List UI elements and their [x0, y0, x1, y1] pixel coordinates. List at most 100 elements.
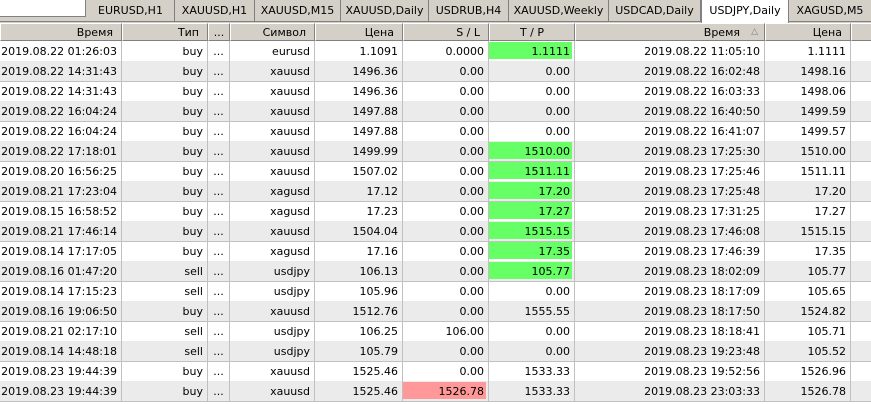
tab-xauusd-h1[interactable]: XAUUSD,H1: [175, 0, 255, 22]
cell-open-time-text: 2019.08.22 14:31:43: [1, 65, 117, 78]
cell-type-text: buy: [182, 65, 203, 78]
column-header-open-time[interactable]: Время: [0, 23, 122, 41]
table-row[interactable]: 2019.08.22 14:31:43 buy... xauusd 1496.36 0.…: [0, 81, 871, 102]
column-header-close-time[interactable]: Время △: [575, 23, 765, 41]
cell-stop-loss: 0.00: [403, 161, 489, 182]
cell-open-time-text: 2019.08.21 02:17:10: [1, 325, 117, 338]
cell-close-time-text: 2019.08.23 17:25:30: [644, 145, 760, 158]
cell-price-text: 1496.36: [352, 65, 399, 78]
cell-stop-loss: 0.00: [403, 61, 489, 82]
table-row[interactable]: 2019.08.22 16:04:24 buy... xauusd 1497.88 0.…: [0, 101, 871, 122]
cell-close-price: 1499.57: [765, 121, 851, 142]
cell-close-time: 2019.08.23 17:46:39: [575, 241, 765, 262]
cell-close-time: 2019.08.23 18:17:09: [575, 281, 765, 302]
cell-type: buy: [122, 41, 208, 62]
cell-take-profit: 105.77: [489, 261, 575, 282]
cell-price-text: 1525.46: [352, 365, 399, 378]
cell-filler: [851, 201, 871, 222]
cell-close-time: 2019.08.23 23:03:33: [575, 381, 765, 402]
tab-xauusd-weekly[interactable]: XAUUSD,Weekly: [509, 0, 609, 22]
cell-symbol: xauusd: [230, 381, 315, 402]
cell-take-profit: 17.20: [489, 181, 575, 202]
column-header-close-price[interactable]: Цена: [765, 23, 851, 41]
cell-price-text: 1504.04: [352, 225, 399, 238]
cell-filler: [851, 161, 871, 182]
cell-filler: [851, 261, 871, 282]
cell-price-text: 106.13: [359, 265, 399, 278]
column-header-stop-loss[interactable]: S / L: [403, 23, 489, 41]
table-row[interactable]: 2019.08.14 14:48:18 sell... usdjpy 105.79 0.…: [0, 341, 871, 362]
cell-price: 1507.02: [315, 161, 403, 182]
cell-take-profit-text: 1533.33: [524, 365, 571, 378]
cell-price-text: 1497.88: [352, 105, 399, 118]
cell-close-price: 1524.82: [765, 301, 851, 322]
table-row[interactable]: 2019.08.22 16:04:24 buy... xauusd 1497.88 0.…: [0, 121, 871, 142]
cell-open-time-text: 2019.08.16 01:47:20: [1, 265, 117, 278]
cell-more-text: ...: [213, 265, 224, 278]
cell-more: ...: [208, 181, 230, 202]
cell-close-time-text: 2019.08.22 16:41:07: [644, 125, 760, 138]
cell-close-price-text: 1499.59: [800, 105, 847, 118]
column-header-price[interactable]: Цена: [315, 23, 403, 41]
tab-xauusd-daily[interactable]: XAUUSD,Daily: [341, 0, 429, 22]
cell-symbol: xagusd: [230, 181, 315, 202]
cell-close-price: 105.71: [765, 321, 851, 342]
table-row[interactable]: 2019.08.14 17:17:05 buy... xagusd 17.16 0.00…: [0, 241, 871, 262]
tab-usdrub-h4[interactable]: USDRUB,H4: [429, 0, 509, 22]
cell-open-time: 2019.08.23 19:44:39: [0, 361, 122, 382]
cell-type-text: buy: [182, 105, 203, 118]
cell-price: 1496.36: [315, 81, 403, 102]
cell-take-profit: 17.27: [489, 201, 575, 222]
cell-stop-loss: 0.00: [403, 221, 489, 242]
tab-xagusd-m5[interactable]: XAGUSD,M5: [789, 0, 871, 22]
tab-usdcad-daily[interactable]: USDCAD,Daily: [609, 0, 701, 22]
table-row[interactable]: 2019.08.16 19:06:50 buy... xauusd 1512.76 0.…: [0, 301, 871, 322]
cell-take-profit: 1.1111: [489, 41, 575, 62]
cell-price-text: 1496.36: [352, 85, 399, 98]
cell-take-profit-text: 0.00: [545, 65, 571, 78]
tab-eurusd-h1[interactable]: EURUSD,H1: [87, 0, 175, 22]
table-row[interactable]: 2019.08.22 17:18:01 buy... xauusd 1499.99 0.…: [0, 141, 871, 162]
table-row[interactable]: 2019.08.22 14:31:43 buy... xauusd 1496.36 0.…: [0, 61, 871, 82]
cell-close-price: 1526.96: [765, 361, 851, 382]
cell-open-time-text: 2019.08.22 01:26:03: [1, 45, 117, 58]
cell-stop-loss-text: 0.0000: [445, 45, 485, 58]
cell-type: buy: [122, 221, 208, 242]
column-header-symbol[interactable]: Символ: [230, 23, 315, 41]
cell-price-text: 17.16: [366, 245, 399, 258]
cell-open-time-text: 2019.08.23 19:44:39: [1, 365, 117, 378]
cell-close-price-text: 105.71: [807, 325, 847, 338]
cell-take-profit: 0.00: [489, 61, 575, 82]
cell-price-text: 105.96: [359, 285, 399, 298]
tab-usdjpy-daily[interactable]: USDJPY,Daily: [701, 0, 789, 23]
cell-more-text: ...: [213, 85, 224, 98]
column-header-take-profit[interactable]: T / P: [489, 23, 575, 41]
tab-xauusd-m15[interactable]: XAUUSD,M15: [255, 0, 341, 22]
table-row[interactable]: 2019.08.21 02:17:10 sell... usdjpy 106.25 10…: [0, 321, 871, 342]
cell-type-text: sell: [184, 265, 203, 278]
table-row[interactable]: 2019.08.22 01:26:03 buy... eurusd 1.1091 0.0…: [0, 41, 871, 62]
column-header-type[interactable]: Тип: [122, 23, 208, 41]
cell-close-time-text: 2019.08.23 17:25:48: [644, 185, 760, 198]
cell-price: 1496.36: [315, 61, 403, 82]
cell-close-time: 2019.08.23 19:52:56: [575, 361, 765, 382]
cell-take-profit-text: 1533.33: [524, 385, 571, 398]
table-row[interactable]: 2019.08.15 16:58:52 buy... xagusd 17.23 0.00…: [0, 201, 871, 222]
cell-price: 17.23: [315, 201, 403, 222]
cell-open-time-text: 2019.08.14 17:15:23: [1, 285, 117, 298]
table-row[interactable]: 2019.08.20 16:56:25 buy... xauusd 1507.02 0.…: [0, 161, 871, 182]
table-row[interactable]: 2019.08.14 17:15:23 sell... usdjpy 105.96 0.…: [0, 281, 871, 302]
table-row[interactable]: 2019.08.23 19:44:39 buy... xauusd 1525.46 15…: [0, 381, 871, 402]
cell-close-price-text: 1526.96: [800, 365, 847, 378]
table-row[interactable]: 2019.08.23 19:44:39 buy... xauusd 1525.46 0.…: [0, 361, 871, 382]
table-row[interactable]: 2019.08.21 17:46:14 buy... xauusd 1504.04 0.…: [0, 221, 871, 242]
table-row[interactable]: 2019.08.21 17:23:04 buy... xagusd 17.12 0.00…: [0, 181, 871, 202]
cell-close-time-text: 2019.08.23 18:18:41: [644, 325, 760, 338]
cell-open-time-text: 2019.08.23 19:44:39: [1, 385, 117, 398]
table-row[interactable]: 2019.08.16 01:47:20 sell... usdjpy 106.13 0.…: [0, 261, 871, 282]
cell-price-text: 106.25: [359, 325, 399, 338]
column-header-more[interactable]: ...: [208, 23, 230, 41]
cell-price: 106.13: [315, 261, 403, 282]
cell-type: sell: [122, 281, 208, 302]
cell-more: ...: [208, 161, 230, 182]
